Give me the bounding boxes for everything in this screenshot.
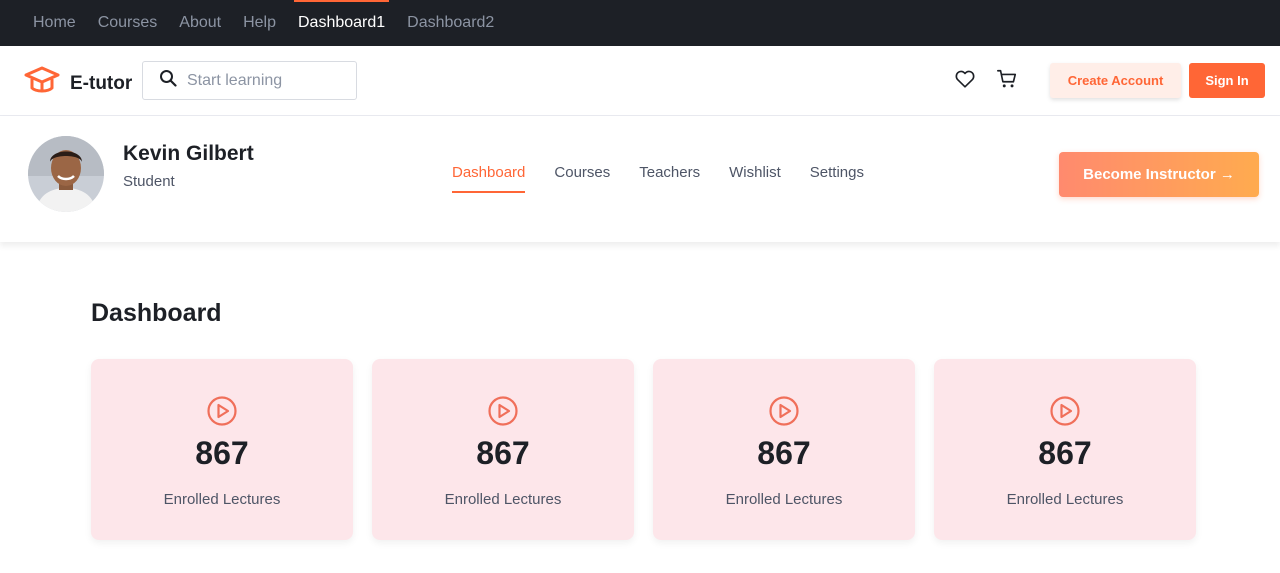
logo[interactable]: E-tutor [24,65,132,102]
topnav-courses[interactable]: Courses [87,0,169,46]
profile-role: Student [123,173,175,190]
topnav-about[interactable]: About [168,0,232,46]
stat-label: Enrolled Lectures [725,491,843,508]
profile-name: Kevin Gilbert [123,142,254,165]
profile-tabs: Dashboard Courses Teachers Wishlist Sett… [452,164,893,193]
become-instructor-button[interactable]: Become Instructor → [1059,152,1259,197]
stat-card: 867 Enrolled Lectures [372,359,634,540]
topnav-help[interactable]: Help [232,0,287,46]
stats-cards: 867 Enrolled Lectures 867 Enrolled Lectu… [91,359,1215,540]
stat-value: 867 [1038,435,1092,471]
stat-value: 867 [757,435,811,471]
stat-value: 867 [476,435,530,471]
profile-bar: Kevin Gilbert Student Dashboard Courses … [0,116,1280,242]
search-icon [159,69,177,92]
cart-icon[interactable] [996,68,1018,95]
play-circle-icon [1049,395,1081,432]
play-circle-icon [768,395,800,432]
top-nav: Home Courses About Help Dashboard1 Dashb… [0,0,1280,46]
stat-label: Enrolled Lectures [1006,491,1124,508]
topnav-home[interactable]: Home [22,0,87,46]
stat-card: 867 Enrolled Lectures [91,359,353,540]
search-input[interactable] [187,71,347,90]
page-title: Dashboard [91,299,222,327]
create-account-button[interactable]: Create Account [1050,63,1181,98]
play-circle-icon [487,395,519,432]
tab-dashboard[interactable]: Dashboard [452,164,526,193]
stat-label: Enrolled Lectures [163,491,281,508]
play-circle-icon [206,395,238,432]
graduation-cap-icon [24,65,60,102]
topnav-dashboard2[interactable]: Dashboard2 [396,0,505,46]
logo-text: E-tutor [70,72,133,94]
tab-courses[interactable]: Courses [554,164,610,193]
stat-card: 867 Enrolled Lectures [934,359,1196,540]
stat-card: 867 Enrolled Lectures [653,359,915,540]
topnav-dashboard1[interactable]: Dashboard1 [287,0,396,46]
search-box[interactable] [142,61,357,100]
tab-teachers[interactable]: Teachers [639,164,700,193]
stat-label: Enrolled Lectures [444,491,562,508]
stat-value: 867 [195,435,249,471]
sign-in-button[interactable]: Sign In [1189,63,1265,98]
heart-icon[interactable] [954,68,976,95]
tab-settings[interactable]: Settings [810,164,864,193]
main-header: E-tutor Create Account Sign In [0,46,1280,116]
tab-wishlist[interactable]: Wishlist [729,164,781,193]
avatar [28,136,104,212]
